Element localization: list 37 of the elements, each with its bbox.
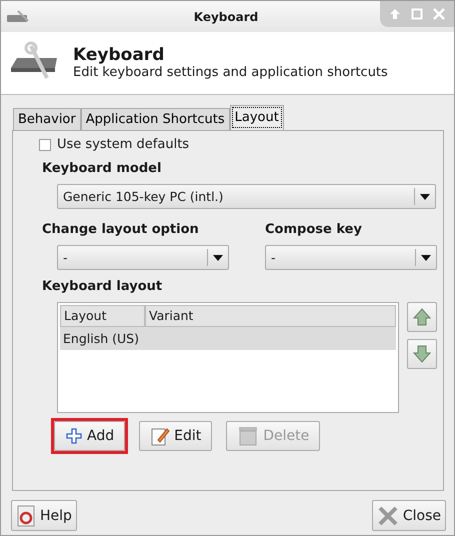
caret-icon (420, 194, 430, 200)
help-button[interactable]: Help (11, 500, 77, 531)
caret-icon (213, 254, 223, 260)
up-arrow-icon (412, 307, 432, 327)
checkbox-label[interactable]: Use system defaults (57, 137, 190, 152)
section-label: Keyboard layout (42, 279, 164, 294)
section-label: Keyboard model (42, 161, 162, 176)
layout-option-dropdown[interactable]: - (57, 245, 229, 270)
edit-button[interactable]: Edit (139, 421, 212, 451)
column-header[interactable]: Layout (60, 305, 145, 327)
tab[interactable]: Behavior (13, 108, 81, 130)
header-subtitle: Edit keyboard settings and application shortcuts (73, 64, 388, 80)
caret-icon (421, 254, 431, 260)
close-icon[interactable] (432, 7, 446, 21)
x-icon (376, 504, 399, 526)
close-button[interactable]: Close (372, 500, 446, 531)
trash-icon (237, 425, 260, 447)
header-title: Keyboard (73, 44, 166, 64)
column-header[interactable]: Variant (145, 305, 396, 327)
list-row[interactable]: English (US) (60, 327, 396, 350)
window-title: Keyboard (192, 10, 260, 24)
section-label: Change layout option (42, 222, 200, 237)
maximize-icon[interactable] (410, 7, 424, 21)
plus-icon (65, 427, 83, 445)
lifebuoy-icon (16, 504, 36, 526)
move-up-button[interactable] (407, 302, 437, 332)
compose-key-dropdown[interactable]: - (265, 245, 437, 270)
keyboard-model-dropdown[interactable]: Generic 105-key PC (intl.) (57, 184, 436, 209)
tab[interactable]: Application Shortcuts (80, 108, 230, 130)
pencil-icon (150, 426, 170, 446)
down-arrow-icon (412, 344, 432, 364)
shade-icon[interactable] (388, 7, 402, 21)
section-label: Compose key (265, 222, 363, 237)
checkbox[interactable] (39, 138, 51, 150)
move-down-button[interactable] (407, 339, 437, 369)
tab[interactable]: Layout (230, 105, 284, 130)
add-button[interactable]: Add (54, 421, 126, 451)
